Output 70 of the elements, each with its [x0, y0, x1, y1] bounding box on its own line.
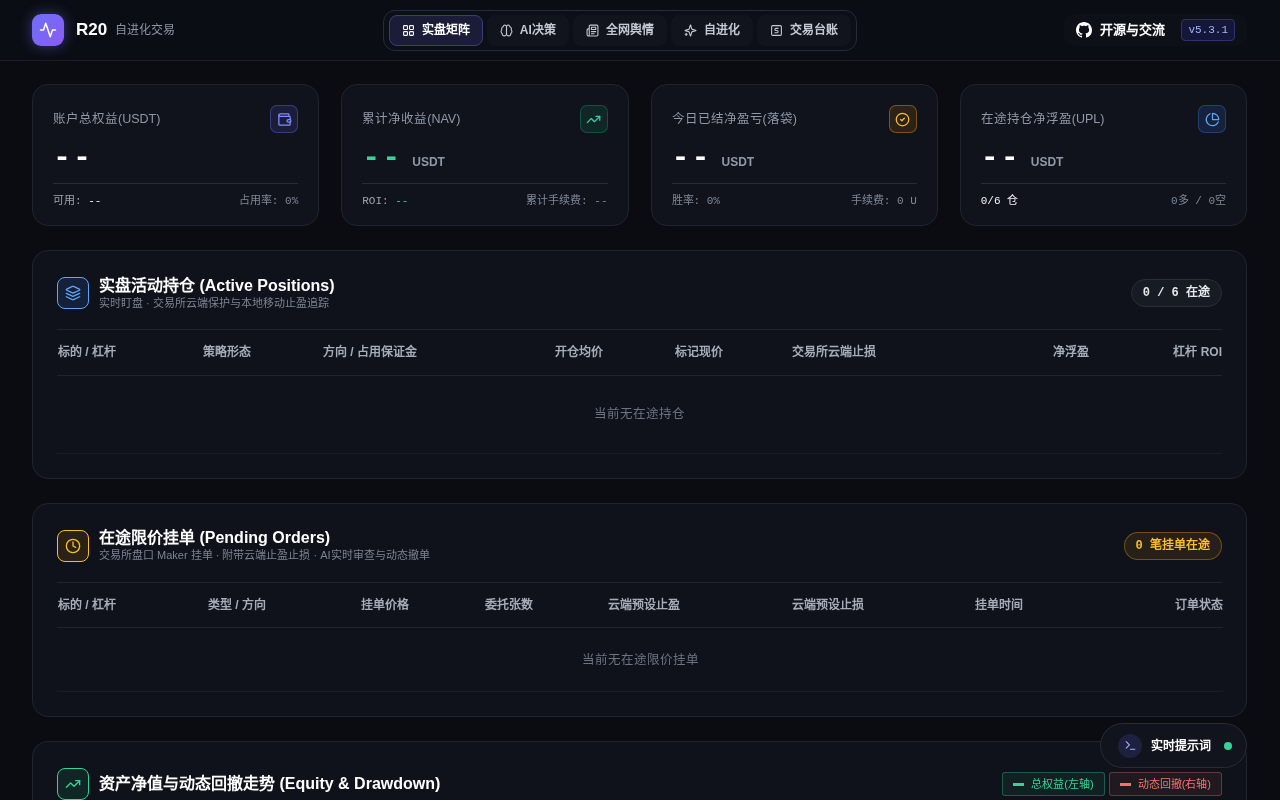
empty-message: 当前无在途限价挂单: [581, 652, 699, 667]
nav-tab[interactable]: AI决策: [486, 14, 569, 46]
count-badge: 0 / 6 在途: [1130, 279, 1222, 307]
empty-message: 当前无在途持仓: [594, 407, 685, 422]
footer-stat: 可用: --: [53, 194, 102, 209]
version-badge: v5.3.1: [1181, 18, 1235, 42]
column-header: 类型 / 方向: [208, 597, 266, 612]
footer-stat: 累计手续费: --: [526, 193, 608, 209]
column-header: 挂单价格: [361, 597, 409, 612]
column-header: 云端预设止损: [792, 597, 864, 612]
sparkle-icon: [683, 23, 697, 37]
trend-up-icon: [57, 768, 89, 800]
panel-title: 资产净值与动态回撤走势 (Equity & Drawdown): [99, 774, 441, 794]
column-header: 挂单时间: [975, 597, 1023, 612]
unit-label: USDT: [721, 154, 755, 171]
nav-tab[interactable]: 实盘矩阵: [388, 14, 483, 46]
column-header: 标的 / 杠杆: [58, 345, 116, 360]
nav-tab[interactable]: 自进化: [670, 14, 753, 46]
unit-label: USDT: [1030, 154, 1064, 171]
receipt-icon: [769, 23, 783, 37]
layers-icon: [57, 277, 89, 309]
footer-stat: 胜率: 0%: [671, 193, 720, 209]
panel-subtitle: 交易所盘口 Maker 挂单 · 附带云端止盈止损 · AI实时审查与动态撤单: [99, 548, 430, 563]
unit-label: USDT: [412, 154, 445, 171]
column-header: 订单状态: [1175, 597, 1223, 612]
column-header: 标记现价: [675, 345, 723, 360]
pie-chart-icon: [1198, 105, 1226, 133]
newspaper-icon: [585, 23, 599, 37]
panel-title: 实盘活动持仓 (Active Positions): [99, 275, 335, 296]
column-header: 标的 / 杠杆: [58, 597, 116, 612]
panel-subtitle: 实时盯盘 · 交易所云端保护与本地移动止盈追踪: [99, 295, 330, 311]
column-header: 净浮盈: [1053, 345, 1089, 360]
column-header: 策略形态: [203, 345, 251, 360]
stat-value: --: [362, 141, 403, 175]
stat-label: 累计净收益(NAV): [362, 110, 461, 128]
brand-tagline: 自进化交易: [115, 22, 176, 39]
column-header: 方向 / 占用保证金: [323, 345, 417, 360]
stat-value: --: [980, 141, 1021, 175]
stat-label: 在途持仓净浮盈(UPL): [980, 110, 1105, 128]
footer-stat: 0多 / 0空: [1171, 193, 1226, 209]
stat-value: --: [53, 141, 93, 175]
stat-value: --: [671, 141, 712, 175]
count-badge: 0 笔挂单在途: [1123, 531, 1222, 560]
column-header: 云端预设止盈: [608, 597, 680, 612]
stat-label: 今日已结净盈亏(落袋): [671, 110, 797, 128]
prompt-button[interactable]: 实时提示词: [1100, 723, 1247, 768]
legend-item: 动态回撤(右轴): [1108, 771, 1222, 797]
footer-stat: ROI: --: [362, 194, 409, 209]
column-header: 开仓均价: [555, 345, 603, 360]
column-header: 杠杆 ROI: [1173, 345, 1222, 360]
column-header: 交易所云端止损: [792, 345, 876, 360]
nav-tab[interactable]: 全网舆情: [572, 14, 667, 46]
panel-title: 在途限价挂单 (Pending Orders): [99, 528, 332, 548]
brain-icon: [499, 23, 513, 37]
footer-stat: 占用率: 0%: [238, 193, 299, 209]
legend-item: 总权益(左轴): [1002, 771, 1105, 797]
terminal-icon: [1118, 733, 1142, 758]
column-header: 委托张数: [485, 597, 533, 612]
pulse-logo-icon: [32, 14, 64, 46]
brand-name: R20: [76, 19, 108, 42]
github-icon: [1076, 22, 1093, 38]
footer-stat: 手续费: 0 U: [850, 193, 917, 209]
repo-link[interactable]: 开源与交流: [1076, 20, 1166, 40]
footer-stat: 0/6 仓: [980, 193, 1019, 209]
wallet-icon: [270, 105, 299, 133]
nav-tab[interactable]: 交易台账: [756, 14, 851, 46]
trend-up-icon: [579, 105, 608, 133]
stat-label: 账户总权益(USDT): [53, 110, 161, 128]
grid-icon: [401, 23, 415, 37]
clock-icon: [57, 529, 89, 562]
